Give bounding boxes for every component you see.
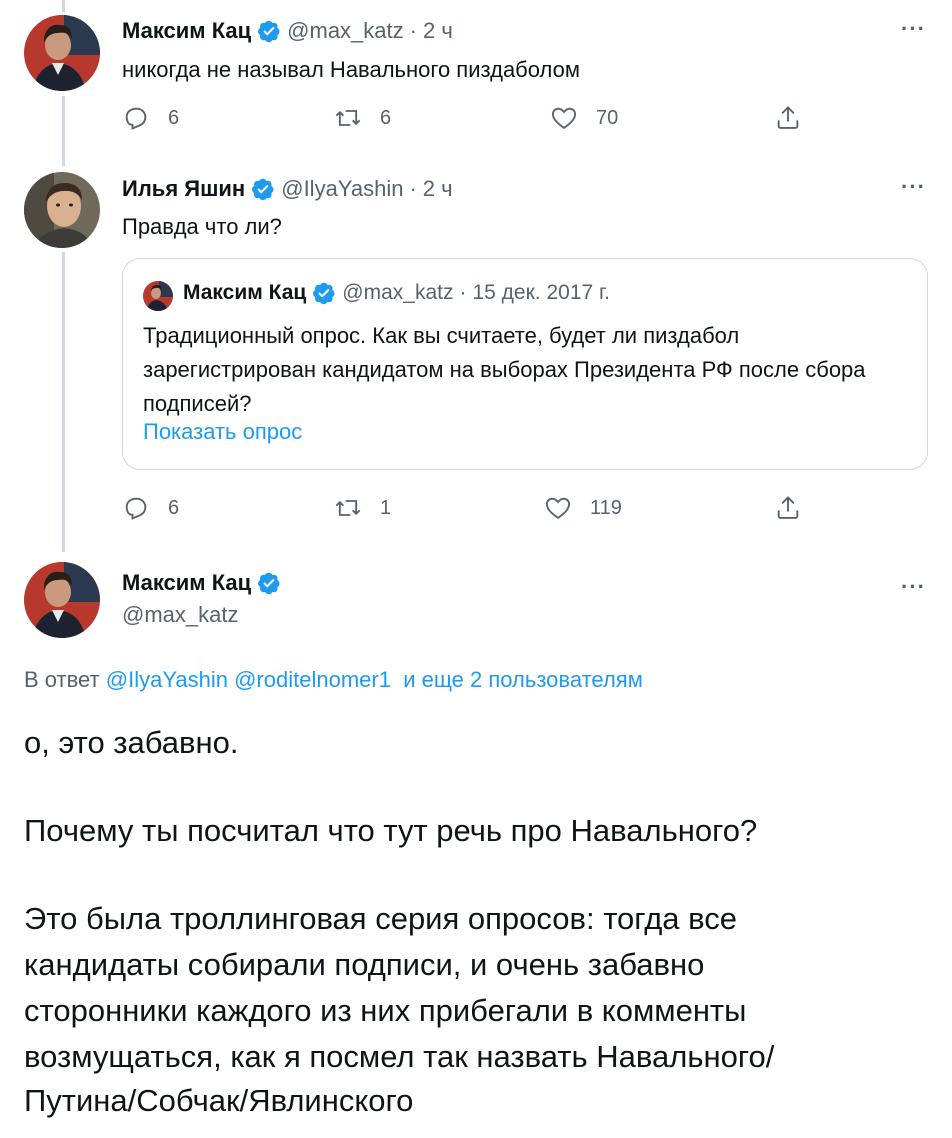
- mention-ilyayashin[interactable]: @IlyaYashin: [106, 667, 228, 692]
- mention-roditelnomer1[interactable]: @roditelnomer1: [234, 667, 391, 692]
- tweet3-line-2: Почему ты посчитал что тут речь про Нава…: [24, 813, 758, 848]
- retweet-button[interactable]: 6: [334, 104, 391, 132]
- quote-text: Традиционный опрос. Как вы считаете, буд…: [143, 323, 866, 416]
- reply-icon: [125, 107, 147, 130]
- reply-count: 6: [168, 106, 180, 129]
- avatar-ilya-yashin[interactable]: [24, 172, 100, 248]
- separator: ·: [459, 281, 467, 304]
- author-name[interactable]: Илья Яшин: [122, 176, 245, 202]
- share-icon: [777, 106, 799, 129]
- like-button[interactable]: 119: [544, 494, 622, 522]
- thread-line-2: [62, 252, 65, 552]
- tweet3-line-7: Путина/Собчак/Явлинского: [24, 1083, 414, 1118]
- show-poll-link[interactable]: Показать опрос: [143, 419, 302, 445]
- quote-author-name: Максим Кац: [183, 281, 307, 304]
- retweet-icon: [335, 500, 361, 516]
- reply-prefix: В ответ: [24, 667, 100, 692]
- more-icon[interactable]: ···: [901, 174, 926, 200]
- like-count: 119: [590, 496, 622, 519]
- tweet1-header: Максим Кац @max_katz · 2 ч: [122, 18, 453, 44]
- more-icon[interactable]: ···: [901, 574, 926, 600]
- share-button[interactable]: [774, 494, 820, 522]
- share-button[interactable]: [774, 104, 820, 132]
- like-icon: [551, 107, 577, 130]
- tweet3-line-4: кандидаты собирали подписи, и очень заба…: [24, 947, 705, 982]
- tweet3-line-5: сторонники каждого из них прибегали в ко…: [24, 993, 747, 1028]
- reply-count: 6: [168, 496, 180, 519]
- verified-badge-icon: [258, 572, 280, 595]
- thread-line-1: [62, 96, 65, 166]
- author-handle[interactable]: @IlyaYashin: [281, 176, 403, 202]
- tweet3-line-1: о, это забавно.: [24, 725, 239, 760]
- share-icon: [777, 496, 799, 519]
- quote-header: Максим Кац @max_katz · 15 дек. 2017 г.: [183, 281, 610, 305]
- like-button[interactable]: 70: [550, 104, 618, 132]
- mention-others[interactable]: и еще 2 пользователям: [403, 667, 643, 692]
- author-handle[interactable]: @max_katz: [122, 602, 238, 628]
- tweet-time[interactable]: 2 ч: [423, 176, 453, 202]
- more-icon[interactable]: ···: [901, 16, 926, 42]
- tweet1-actions: 6 6 70: [122, 104, 812, 138]
- verified-badge-icon: [252, 178, 274, 201]
- quote-avatar: [143, 281, 173, 311]
- quote-date: 15 дек. 2017 г.: [472, 281, 610, 304]
- like-count: 70: [596, 106, 619, 129]
- tweet3-line-6: возмущаться, как я посмел так назвать На…: [24, 1039, 775, 1074]
- separator: ·: [409, 176, 417, 201]
- author-name[interactable]: Максим Кац: [122, 18, 251, 44]
- retweet-button[interactable]: 1: [334, 494, 391, 522]
- tweet3-line-3: Это была троллинговая серия опросов: тог…: [24, 901, 737, 936]
- tweet-time[interactable]: 2 ч: [423, 18, 453, 44]
- verified-badge-icon: [258, 20, 280, 43]
- quote-handle: @max_katz: [342, 281, 454, 304]
- retweet-count: 6: [380, 106, 392, 129]
- author-name[interactable]: Максим Кац: [122, 570, 251, 596]
- tweet2-actions: 6 1 119: [122, 494, 812, 528]
- avatar-max-katz[interactable]: [24, 15, 100, 91]
- retweet-count: 1: [380, 496, 392, 519]
- reply-icon: [125, 497, 147, 520]
- reply-button[interactable]: 6: [122, 104, 179, 132]
- like-icon: [545, 497, 571, 520]
- thread-line-top: [62, 0, 65, 12]
- separator: ·: [409, 18, 417, 43]
- reply-to-line: В ответ @IlyaYashin @roditelnomer1 и еще…: [24, 667, 643, 693]
- retweet-icon: [335, 110, 361, 126]
- tweet2-text: Правда что ли?: [122, 214, 282, 239]
- author-handle[interactable]: @max_katz: [287, 18, 403, 44]
- tweet3-handle-row: @max_katz: [122, 602, 238, 628]
- verified-badge-icon: [313, 282, 335, 305]
- tweet1-text: никогда не называл Навального пиздаболом: [122, 57, 580, 82]
- tweet2-header: Илья Яшин @IlyaYashin · 2 ч: [122, 176, 453, 202]
- tweet3-name-row: Максим Кац: [122, 570, 287, 596]
- reply-button[interactable]: 6: [122, 494, 179, 522]
- quoted-tweet[interactable]: Максим Кац @max_katz · 15 дек. 2017 г. Т…: [122, 258, 928, 470]
- avatar-max-katz[interactable]: [24, 562, 100, 638]
